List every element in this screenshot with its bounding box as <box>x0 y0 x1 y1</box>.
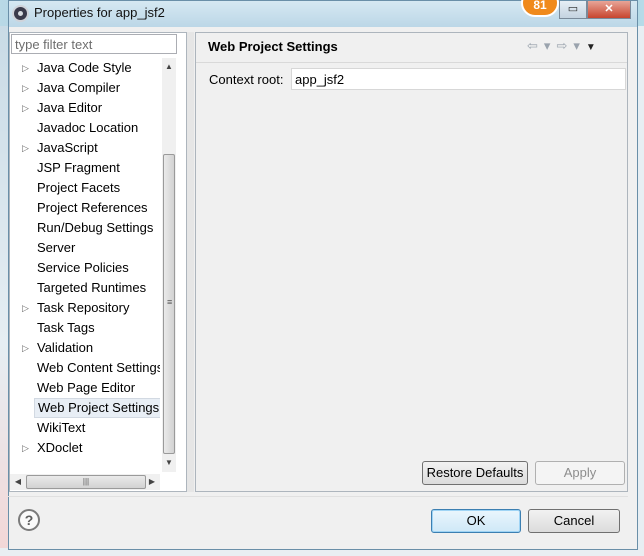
tree-item-label: XDoclet <box>37 440 83 455</box>
forward-dropdown-icon[interactable]: ▾ <box>573 38 580 54</box>
question-mark-icon[interactable]: ? <box>18 509 40 531</box>
header-separator <box>196 62 627 63</box>
grip-icon: ≡ <box>167 297 173 307</box>
tree-item[interactable]: Web Project Settings <box>10 398 160 418</box>
tree-item-label: Run/Debug Settings <box>37 220 154 235</box>
tree-item[interactable]: Web Page Editor <box>10 378 160 398</box>
context-root-label: Context root: <box>209 72 284 87</box>
tree-item[interactable]: WikiText <box>10 418 160 438</box>
tree-item[interactable]: Project References <box>10 198 160 218</box>
panel-splitter[interactable] <box>187 32 194 492</box>
tree-horizontal-scrollbar[interactable]: ◀ ||| ▶ <box>10 474 160 490</box>
cancel-button[interactable]: Cancel <box>528 509 620 533</box>
tree-item-label: Web Project Settings <box>34 398 160 418</box>
tree-item[interactable]: JSP Fragment <box>10 158 160 178</box>
tree-item[interactable]: Project Facets <box>10 178 160 198</box>
restore-defaults-button[interactable]: Restore Defaults <box>422 461 528 485</box>
horizontal-scroll-thumb[interactable]: ||| <box>26 475 146 489</box>
tree-item[interactable]: Javadoc Location <box>10 118 160 138</box>
tree-item[interactable]: Service Policies <box>10 258 160 278</box>
window-title: Properties for app_jsf2 <box>34 5 165 20</box>
triangle-right-icon[interactable]: ▷ <box>22 298 32 318</box>
footer-separator <box>8 496 628 497</box>
tree-item[interactable]: ▷ XDoclet <box>10 438 160 458</box>
desktop-background-right <box>638 26 644 556</box>
triangle-right-icon[interactable]: ▷ <box>22 438 32 458</box>
tree-item[interactable]: ▷ Java Editor <box>10 98 160 118</box>
tree-item[interactable]: Run/Debug Settings <box>10 218 160 238</box>
tree-item[interactable]: Server <box>10 238 160 258</box>
tree-item-label: Server <box>37 240 76 255</box>
triangle-right-icon[interactable]: ▷ <box>22 98 32 118</box>
apply-button[interactable]: Apply <box>535 461 625 485</box>
forward-arrow-icon[interactable]: ⇨ <box>556 38 567 54</box>
tree-item-label: Java Editor <box>37 100 103 115</box>
tree-vertical-scrollbar[interactable]: ▲ ≡ ▼ <box>162 58 176 472</box>
tree-item-label: Web Page Editor <box>37 380 136 395</box>
scroll-left-icon[interactable]: ◀ <box>10 474 26 490</box>
triangle-right-icon[interactable]: ▷ <box>22 78 32 98</box>
tree-item-label: JavaScript <box>37 140 98 155</box>
filter-input[interactable] <box>11 34 177 54</box>
tree-item-label: Java Code Style <box>37 60 132 75</box>
tree-item-label: Web Content Settings <box>37 360 160 375</box>
tree-item-label: Targeted Runtimes <box>37 280 147 295</box>
triangle-right-icon[interactable]: ▷ <box>22 338 32 358</box>
tree-item-label: Task Tags <box>37 320 95 335</box>
tree-item[interactable]: ▷ Java Code Style <box>10 58 160 78</box>
tree-item[interactable]: Task Tags <box>10 318 160 338</box>
scroll-thumb[interactable]: ≡ <box>163 154 175 454</box>
page-navigation: ⇦ ▾ ⇨ ▾ ▼ <box>527 38 602 54</box>
tree-item-label: JSP Fragment <box>37 160 120 175</box>
view-menu-icon[interactable]: ▼ <box>586 42 596 53</box>
category-tree: ▷ Java Code Style ▷ Java Compiler ▷ Java Edit… <box>10 58 160 472</box>
tree-item-label: Java Compiler <box>37 80 121 95</box>
back-arrow-icon[interactable]: ⇦ <box>527 38 538 54</box>
minimize-button[interactable]: ▭ <box>559 1 587 19</box>
triangle-right-icon[interactable]: ▷ <box>22 58 32 78</box>
tree-item-label: Validation <box>37 340 94 355</box>
tree-item-label: Task Repository <box>37 300 130 315</box>
scroll-up-icon[interactable]: ▲ <box>162 60 176 74</box>
back-dropdown-icon[interactable]: ▾ <box>544 38 551 54</box>
context-root-field[interactable] <box>291 68 626 90</box>
settings-page-panel <box>195 32 628 492</box>
tree-item[interactable]: Targeted Runtimes <box>10 278 160 298</box>
tree-item-label: Service Policies <box>37 260 129 275</box>
tree-item-label: Project References <box>37 200 148 215</box>
close-button[interactable]: ✕ <box>587 1 631 19</box>
desktop-background-left <box>0 26 8 556</box>
title-bar[interactable]: Properties for app_jsf2 81 ▭ ✕ <box>9 0 637 27</box>
tree-item-label: Javadoc Location <box>37 120 139 135</box>
page-title: Web Project Settings <box>208 39 338 54</box>
scroll-right-icon[interactable]: ▶ <box>144 474 160 490</box>
tree-item[interactable]: ▷ JavaScript <box>10 138 160 158</box>
eclipse-gear-icon <box>12 5 29 22</box>
triangle-right-icon[interactable]: ▷ <box>22 138 32 158</box>
tree-item[interactable]: ▷ Task Repository <box>10 298 160 318</box>
tree-item-label: WikiText <box>37 420 86 435</box>
scroll-down-icon[interactable]: ▼ <box>162 456 176 470</box>
tree-item[interactable]: Web Content Settings <box>10 358 160 378</box>
tree-item-label: Project Facets <box>37 180 121 195</box>
notification-badge: 81 <box>521 0 559 17</box>
tree-item[interactable]: ▷ Validation <box>10 338 160 358</box>
tree-item[interactable]: ▷ Java Compiler <box>10 78 160 98</box>
ok-button[interactable]: OK <box>431 509 521 533</box>
